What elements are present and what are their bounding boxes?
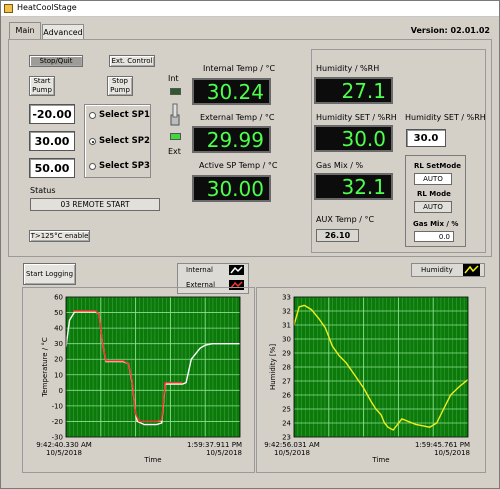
ext-control-button[interactable]: Ext. Control bbox=[109, 55, 155, 67]
humidity-set-label: Humidity SET / %RH bbox=[316, 113, 397, 122]
external-temp-label: External Temp / °C bbox=[200, 113, 275, 122]
humidity-chart-ytick-label: 32 bbox=[282, 308, 291, 316]
temp-chart-plot-area bbox=[66, 297, 240, 437]
temp-chart-ytick-label: 20 bbox=[54, 356, 63, 364]
internal-temp-display: 30.24 bbox=[192, 78, 271, 105]
sp1-radio-label: Select SP1 bbox=[99, 110, 150, 120]
temp-chart-ytick-label: 10 bbox=[54, 371, 63, 379]
humidity-chart-ytick-label: 24 bbox=[282, 420, 291, 428]
int-indicator-led bbox=[170, 88, 181, 95]
status-value: 03 REMOTE START bbox=[30, 198, 160, 211]
humidity-chart-xend-date: 10/5/2018 bbox=[434, 449, 470, 457]
temp-chart-xlabel: Time bbox=[143, 456, 161, 464]
humidity-label: Humidity / %RH bbox=[316, 64, 380, 73]
temp-chart-ytick-label: 50 bbox=[54, 309, 63, 317]
gas-mix-display: 32.1 bbox=[314, 173, 393, 200]
humidity-chart-xend-time: 1:59:45.761 PM bbox=[415, 441, 470, 449]
gas-mix-label: Gas Mix / % bbox=[316, 161, 364, 170]
stop-quit-button[interactable]: Stop/Quit bbox=[29, 55, 83, 67]
temp-chart-ytick-label: 0 bbox=[59, 387, 63, 395]
temp-chart-ytick-label: -20 bbox=[52, 418, 63, 426]
internal-temp-label: Internal Temp / °C bbox=[203, 64, 276, 73]
temp-chart-ytick-label: 30 bbox=[54, 340, 63, 348]
active-sp-temp-label: Active SP Temp / °C bbox=[199, 161, 278, 170]
temp-chart-ytick-label: 40 bbox=[54, 325, 63, 333]
aux-temp-label: AUX Temp / °C bbox=[316, 215, 375, 224]
app-icon bbox=[4, 4, 13, 13]
legend-humidity-label: Humidity bbox=[421, 266, 453, 274]
temp-chart-xstart-time: 9:42:40.330 AM bbox=[36, 441, 92, 449]
humidity-chart-xlabel: Time bbox=[371, 456, 389, 464]
temp-chart-xend-time: 1:59:37.911 PM bbox=[187, 441, 242, 449]
tab-advanced[interactable]: Advanced bbox=[42, 24, 84, 39]
sp2-input[interactable]: 30.00 bbox=[29, 131, 75, 151]
sp2-radio-label: Select SP2 bbox=[99, 136, 150, 146]
sp3-radio-label: Select SP3 bbox=[99, 161, 150, 171]
humidity-chart-ytick-label: 30 bbox=[282, 336, 291, 344]
temperature-chart: 6050403020100-10-20-30Temperature / °C9:… bbox=[36, 294, 242, 465]
status-label: Status bbox=[30, 186, 56, 195]
sp3-input[interactable]: 50.00 bbox=[29, 158, 75, 178]
humidity-display: 27.1 bbox=[314, 77, 393, 104]
stop-pump-button[interactable]: Stop Pump bbox=[107, 76, 133, 96]
humidity-chart-ytick-label: 25 bbox=[282, 406, 291, 414]
rl-mode-value: AUTO bbox=[414, 201, 452, 213]
humidity-chart-ytick-label: 31 bbox=[282, 322, 291, 330]
version-label: Version: 02.01.02 bbox=[410, 26, 490, 35]
humidity-chart: 3332313029282726252423Humidity [%]9:42:5… bbox=[264, 294, 470, 465]
t125-enable-button[interactable]: T>125°C enable bbox=[29, 230, 90, 242]
start-logging-button[interactable]: Start Logging bbox=[23, 263, 76, 285]
temp-chart-ytick-label: 60 bbox=[54, 294, 63, 302]
humidity-chart-ytick-label: 33 bbox=[282, 294, 291, 302]
humidity-chart-xstart-date: 10/5/2018 bbox=[274, 449, 310, 457]
ext-indicator-led bbox=[170, 133, 181, 140]
sp1-input[interactable]: -20.00 bbox=[29, 104, 75, 124]
external-temp-display: 29.99 bbox=[192, 126, 271, 153]
ext-label: Ext bbox=[168, 147, 181, 156]
rl-setmode-value[interactable]: AUTO bbox=[414, 173, 452, 185]
rl-mode-label: RL Mode bbox=[417, 190, 451, 198]
sp2-radio[interactable] bbox=[89, 138, 96, 145]
humidity-set-display: 30.0 bbox=[314, 125, 393, 152]
humidity-chart-ytick-label: 27 bbox=[282, 378, 291, 386]
humidity-chart-ytick-label: 28 bbox=[282, 364, 291, 372]
active-sp-temp-display: 30.00 bbox=[192, 175, 271, 202]
int-label: Int bbox=[168, 74, 179, 83]
legend-humidity-swatch bbox=[463, 264, 480, 276]
sp3-radio[interactable] bbox=[89, 163, 96, 170]
humidity-chart-xstart-time: 9:42:56.031 AM bbox=[264, 441, 320, 449]
humidity-set-input[interactable]: 30.0 bbox=[406, 129, 446, 147]
start-pump-button[interactable]: Start Pump bbox=[29, 76, 55, 96]
temp-chart-xend-date: 10/5/2018 bbox=[206, 449, 242, 457]
humidity-set-control-label: Humidity SET / %RH bbox=[405, 113, 486, 122]
temp-chart-xstart-date: 10/5/2018 bbox=[46, 449, 82, 457]
int-ext-toggle-switch-icon[interactable] bbox=[168, 101, 182, 127]
humidity-chart-ytick-label: 29 bbox=[282, 350, 291, 358]
title-bar: HeatCoolStage bbox=[1, 1, 499, 17]
tab-main[interactable]: Main bbox=[9, 22, 41, 39]
window-title: HeatCoolStage bbox=[17, 3, 77, 12]
rl-gasmix-label: Gas Mix / % bbox=[413, 220, 459, 228]
humidity-chart-ytick-label: 26 bbox=[282, 392, 291, 400]
humidity-chart-ylabel: Humidity [%] bbox=[269, 344, 277, 390]
legend-internal-label: Internal bbox=[186, 266, 213, 274]
rl-gasmix-input[interactable]: 0.0 bbox=[414, 231, 454, 242]
rl-setmode-label: RL SetMode bbox=[414, 162, 461, 170]
temp-chart-ylabel: Temperature / °C bbox=[41, 337, 49, 398]
sp1-radio[interactable] bbox=[89, 112, 96, 119]
temp-chart-ytick-label: -10 bbox=[52, 402, 63, 410]
aux-temp-display: 26.10 bbox=[316, 229, 359, 242]
